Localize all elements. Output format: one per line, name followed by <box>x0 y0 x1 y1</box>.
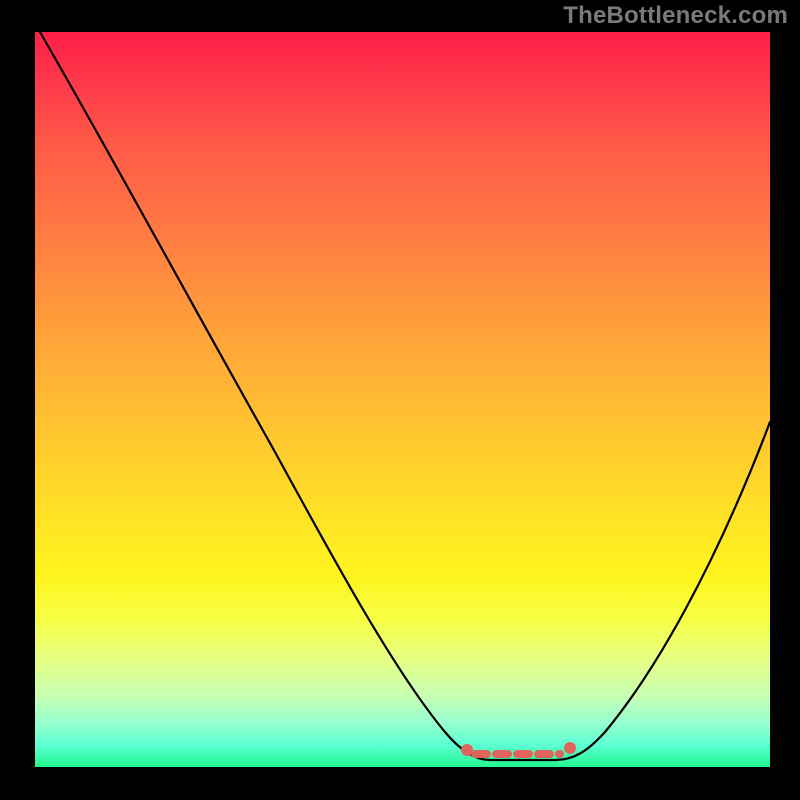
optimal-marker-right-cap <box>564 742 576 754</box>
bottleneck-curve <box>40 32 770 760</box>
optimal-marker-left-cap <box>461 744 473 756</box>
curve-svg <box>35 32 770 767</box>
plot-area <box>35 32 770 767</box>
chart-frame: TheBottleneck.com <box>0 0 800 800</box>
watermark-text: TheBottleneck.com <box>563 2 788 30</box>
